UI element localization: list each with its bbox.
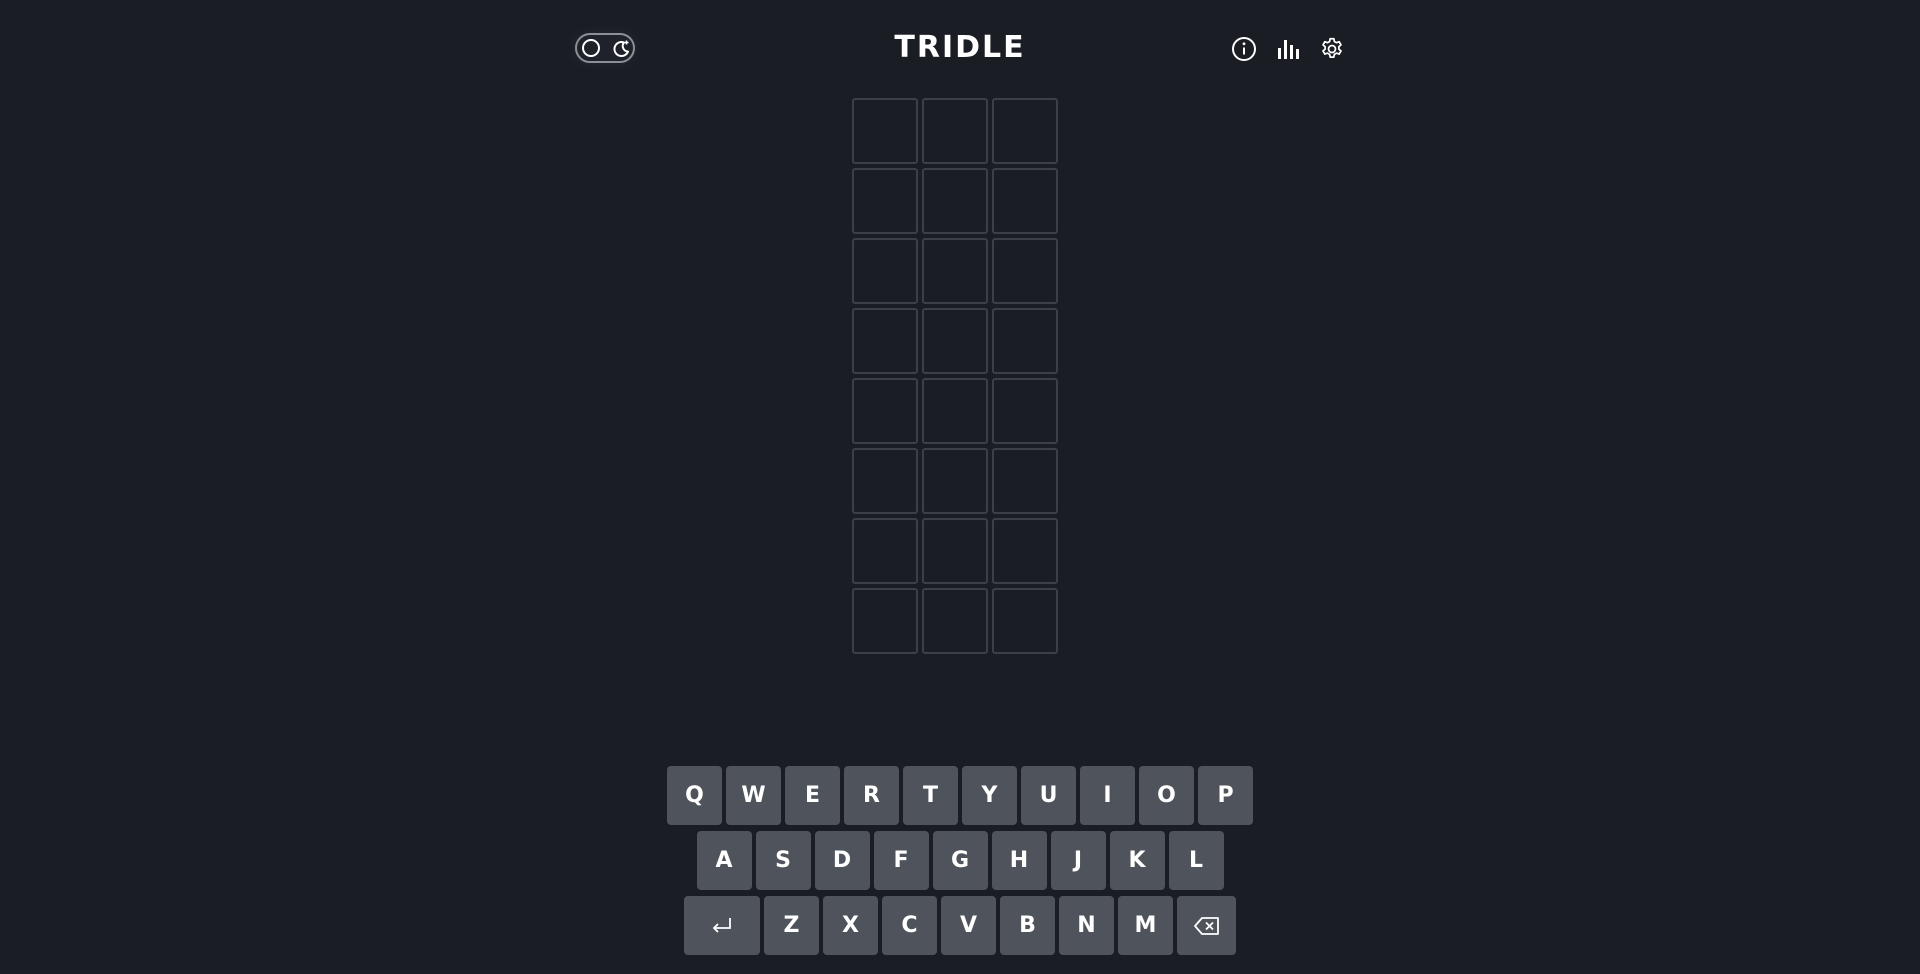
header-icons <box>1230 35 1346 63</box>
backspace-icon <box>1193 916 1219 935</box>
key-f[interactable]: F <box>873 831 929 890</box>
board-cell <box>922 448 988 514</box>
stats-icon <box>1278 40 1299 59</box>
key-z[interactable]: Z <box>764 896 819 955</box>
key-l[interactable]: L <box>1168 831 1224 890</box>
info-button[interactable] <box>1230 35 1258 63</box>
game-board <box>852 98 1058 654</box>
board-cell <box>852 168 918 234</box>
enter-key[interactable] <box>684 896 760 955</box>
key-v[interactable]: V <box>941 896 996 955</box>
key-h[interactable]: H <box>991 831 1047 890</box>
enter-icon <box>712 917 731 933</box>
key-i[interactable]: I <box>1080 766 1135 825</box>
keyboard-row-2: ASDFGHJKL <box>0 831 1920 890</box>
board-cell <box>922 588 988 654</box>
keyboard: QWERTYUIOP ASDFGHJKL ZXCVBNM <box>0 766 1920 961</box>
key-j[interactable]: J <box>1050 831 1106 890</box>
stats-button[interactable] <box>1274 35 1302 63</box>
board-cell <box>922 98 988 164</box>
board-cell <box>922 238 988 304</box>
app: TR I D L E Q W E R T Y U I O P A S D F G H J… <box>0 0 1920 974</box>
board-cell <box>992 518 1058 584</box>
settings-button[interactable] <box>1318 35 1346 63</box>
settings-icon <box>1322 37 1342 58</box>
key-m[interactable]: M <box>1118 896 1173 955</box>
keyboard-row-1: QWERTYUIOP <box>0 766 1920 825</box>
key-r[interactable]: R <box>844 766 899 825</box>
board-cell <box>992 238 1058 304</box>
key-k[interactable]: K <box>1109 831 1165 890</box>
key-d[interactable]: D <box>814 831 870 890</box>
info-icon <box>1232 37 1256 61</box>
board-cell <box>992 98 1058 164</box>
board-cell <box>922 378 988 444</box>
board-cell <box>852 98 918 164</box>
key-o[interactable]: O <box>1139 766 1194 825</box>
key-a[interactable]: A <box>696 831 752 890</box>
keyboard-row-3: ZXCVBNM <box>0 896 1920 955</box>
board-cell <box>852 378 918 444</box>
header: TRIDLE <box>560 0 1360 98</box>
board-cell <box>852 518 918 584</box>
board-cell <box>922 518 988 584</box>
key-g[interactable]: G <box>932 831 988 890</box>
key-b[interactable]: B <box>1000 896 1055 955</box>
key-u[interactable]: U <box>1021 766 1076 825</box>
key-e[interactable]: E <box>785 766 840 825</box>
key-y[interactable]: Y <box>962 766 1017 825</box>
key-p[interactable]: P <box>1198 766 1253 825</box>
board-cell <box>992 448 1058 514</box>
board-cell <box>852 308 918 374</box>
key-w[interactable]: W <box>726 766 781 825</box>
key-c[interactable]: C <box>882 896 937 955</box>
key-x[interactable]: X <box>823 896 878 955</box>
board-cell <box>922 308 988 374</box>
board-cell <box>922 168 988 234</box>
key-t[interactable]: T <box>903 766 958 825</box>
board-cell <box>992 308 1058 374</box>
board-cell <box>852 238 918 304</box>
key-n[interactable]: N <box>1059 896 1114 955</box>
board-cell <box>992 588 1058 654</box>
key-s[interactable]: S <box>755 831 811 890</box>
board-cell <box>992 378 1058 444</box>
key-q[interactable]: Q <box>667 766 722 825</box>
board-cell <box>852 448 918 514</box>
backspace-key[interactable] <box>1177 896 1236 955</box>
board-cell <box>852 588 918 654</box>
board-cell <box>992 168 1058 234</box>
